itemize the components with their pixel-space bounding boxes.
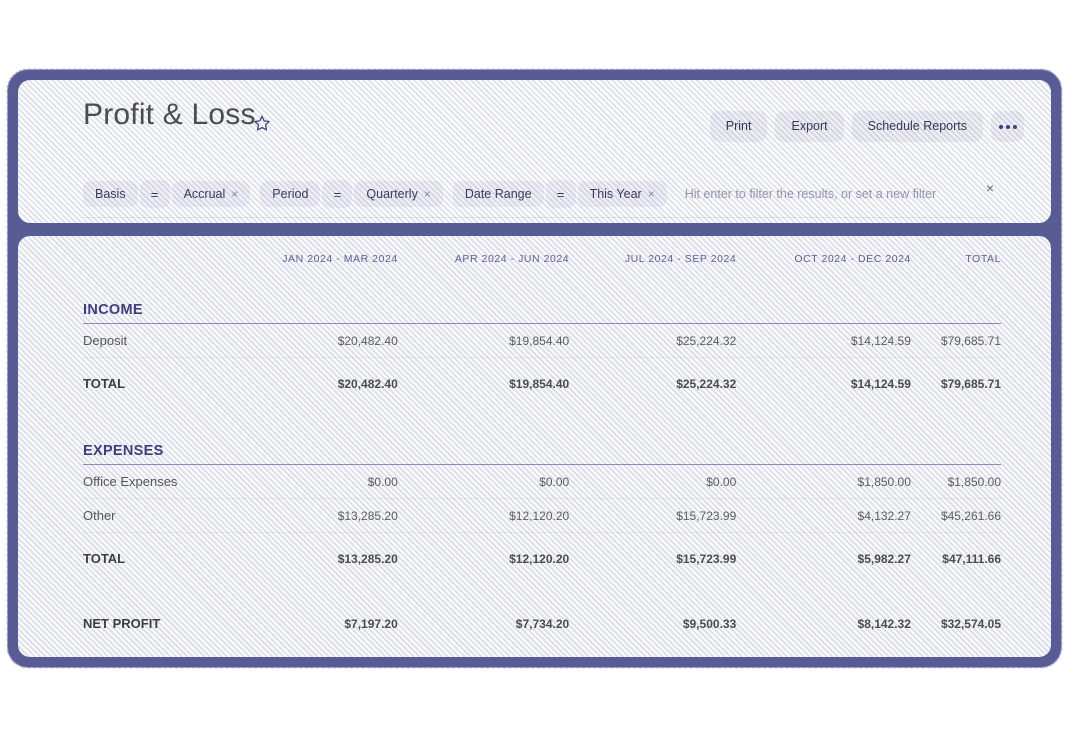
row-label: TOTAL <box>83 551 126 566</box>
page-title: Profit & Loss <box>83 98 256 131</box>
table-row[interactable]: Office Expenses $0.00 $0.00 $0.00 $1,850… <box>83 464 1001 499</box>
filter-input[interactable] <box>676 181 976 207</box>
filter-operator-chip[interactable]: = <box>322 180 353 208</box>
clear-filters-icon[interactable]: × <box>982 180 998 196</box>
row-value: $12,120.20 <box>397 498 570 533</box>
more-options-button[interactable] <box>991 111 1024 142</box>
star-outline-icon[interactable] <box>253 114 271 132</box>
row-value: $13,285.20 <box>224 498 398 533</box>
row-value: $4,132.27 <box>736 498 911 533</box>
filter-value-label: Quarterly <box>366 186 418 201</box>
filter-value-chip[interactable]: Quarterly × <box>354 180 443 208</box>
row-value-total: $1,850.00 <box>910 464 1001 499</box>
table-row[interactable]: Deposit $20,482.40 $19,854.40 $25,224.32… <box>83 323 1001 358</box>
row-value-total: $32,574.05 <box>940 616 1001 631</box>
row-value: $25,224.32 <box>676 376 737 391</box>
row-label: NET PROFIT <box>83 616 161 631</box>
row-label: Other <box>83 498 225 533</box>
net-profit-row: NET PROFIT $7,197.20 $7,734.20 $9,500.33… <box>83 582 1001 640</box>
filter-bar: Basis = Accrual × Period = Quarterly × D… <box>83 180 998 218</box>
ellipsis-icon-dot <box>1005 124 1010 129</box>
column-header-q3: JUL 2024 - SEP 2024 <box>624 253 737 265</box>
row-value: $25,224.32 <box>569 323 737 358</box>
filter-chip-date-range: Date Range = This Year × <box>452 180 667 208</box>
row-value: $1,850.00 <box>736 464 911 499</box>
ellipsis-icon-dot <box>998 124 1003 129</box>
row-value: $7,197.20 <box>344 616 398 631</box>
table-body: INCOME Deposit $20,482.40 $19,854.40 $25… <box>83 292 1001 640</box>
row-value: $8,142.32 <box>857 616 911 631</box>
section-header-expenses: EXPENSES <box>83 433 1001 465</box>
column-header-q1: JAN 2024 - MAR 2024 <box>282 253 398 265</box>
section-total-row-income: TOTAL $20,482.40 $19,854.40 $25,224.32 $… <box>83 358 1001 408</box>
filter-field-chip[interactable]: Date Range <box>452 180 544 208</box>
table-header-row: JAN 2024 - MAR 2024 APR 2024 - JUN 2024 … <box>83 253 1001 292</box>
section-header-income: INCOME <box>83 292 1001 324</box>
row-value: $14,124.59 <box>850 376 911 391</box>
print-button[interactable]: Print <box>709 111 768 142</box>
column-header-q2: APR 2024 - JUN 2024 <box>454 253 570 265</box>
row-value: $14,124.59 <box>736 323 911 358</box>
row-value: $0.00 <box>569 464 737 499</box>
section-title-cell: INCOME <box>83 292 1001 324</box>
row-value: $12,120.20 <box>509 551 570 566</box>
filter-value-label: This Year <box>589 186 642 201</box>
row-value: $13,285.20 <box>337 551 398 566</box>
row-value: $5,982.27 <box>857 551 911 566</box>
filter-value-label: Accrual <box>183 186 226 201</box>
row-value: $0.00 <box>397 464 570 499</box>
row-value: $7,734.20 <box>515 616 570 631</box>
filter-operator-chip[interactable]: = <box>545 180 576 208</box>
row-value: $0.00 <box>224 464 398 499</box>
filter-value-chip[interactable]: Accrual × <box>171 180 251 208</box>
filter-value-chip[interactable]: This Year × <box>577 180 667 208</box>
report-header-panel: Profit & Loss Print Export Schedule Repo… <box>18 80 1051 223</box>
export-button[interactable]: Export <box>775 111 844 142</box>
profit-loss-table: JAN 2024 - MAR 2024 APR 2024 - JUN 2024 … <box>83 253 1001 640</box>
header-actions: Print Export Schedule Reports <box>709 111 1024 142</box>
filter-field-chip[interactable]: Basis <box>83 180 138 208</box>
filter-operator-chip[interactable]: = <box>139 180 170 208</box>
schedule-reports-button[interactable]: Schedule Reports <box>851 111 983 142</box>
row-value: $15,723.99 <box>569 498 737 533</box>
report-window-frame: Profit & Loss Print Export Schedule Repo… <box>6 68 1063 669</box>
table-header: JAN 2024 - MAR 2024 APR 2024 - JUN 2024 … <box>83 253 1001 292</box>
filter-chip-basis: Basis = Accrual × <box>83 180 251 208</box>
section-title: EXPENSES <box>83 443 164 459</box>
column-header-q4: OCT 2024 - DEC 2024 <box>794 253 911 265</box>
filter-field-chip[interactable]: Period <box>260 180 321 208</box>
section-title-cell: EXPENSES <box>83 433 1001 465</box>
row-label: Office Expenses <box>83 464 225 499</box>
row-value-total: $45,261.66 <box>910 498 1001 533</box>
row-value: $20,482.40 <box>337 376 398 391</box>
column-header-label <box>83 253 225 292</box>
section-title: INCOME <box>83 302 143 318</box>
row-value: $20,482.40 <box>224 323 398 358</box>
remove-filter-icon[interactable]: × <box>424 188 431 200</box>
row-value: $9,500.33 <box>682 616 737 631</box>
filter-chip-period: Period = Quarterly × <box>260 180 443 208</box>
row-label: TOTAL <box>83 376 126 391</box>
column-header-total: TOTAL <box>965 253 1001 265</box>
row-value: $15,723.99 <box>676 551 737 566</box>
ellipsis-icon-dot <box>1012 124 1017 129</box>
row-value-total: $47,111.66 <box>942 551 1001 566</box>
title-row: Profit & Loss Print Export Schedule Repo… <box>18 80 1051 158</box>
remove-filter-icon[interactable]: × <box>648 188 655 200</box>
row-label: Deposit <box>83 323 225 358</box>
remove-filter-icon[interactable]: × <box>231 188 238 200</box>
section-total-row-expenses: TOTAL $13,285.20 $12,120.20 $15,723.99 $… <box>83 533 1001 583</box>
report-table-panel: JAN 2024 - MAR 2024 APR 2024 - JUN 2024 … <box>18 236 1051 657</box>
row-value: $19,854.40 <box>397 323 570 358</box>
section-spacer <box>83 407 1001 433</box>
row-value-total: $79,685.71 <box>910 323 1001 358</box>
row-value: $19,854.40 <box>509 376 570 391</box>
row-value-total: $79,685.71 <box>940 376 1001 391</box>
table-row[interactable]: Other $13,285.20 $12,120.20 $15,723.99 $… <box>83 498 1001 533</box>
